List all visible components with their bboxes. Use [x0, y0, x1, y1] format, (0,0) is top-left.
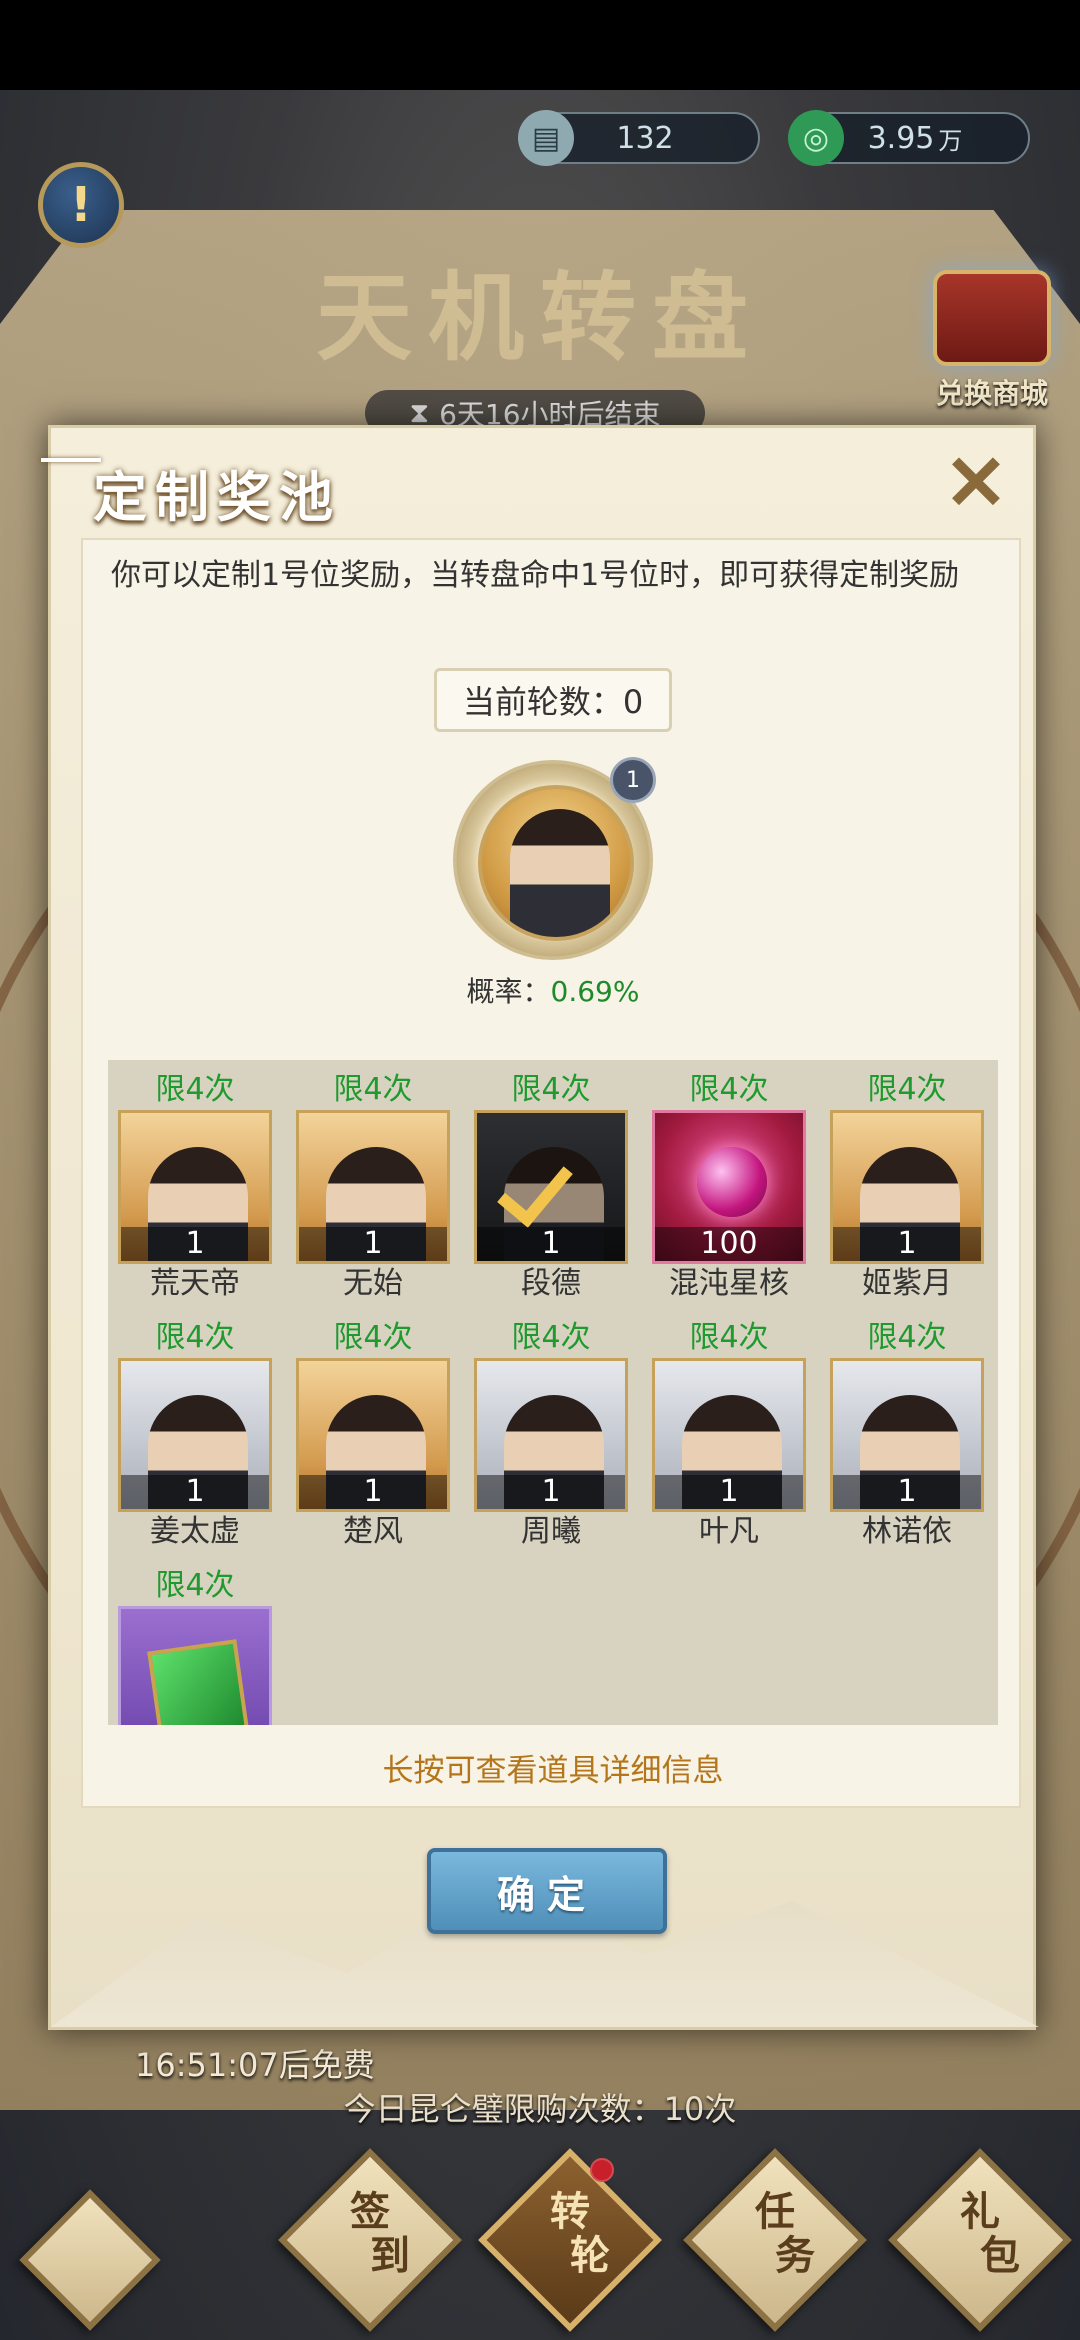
reward-quantity: 1	[299, 1475, 447, 1509]
exchange-shop-label: 兑换商城	[935, 377, 1048, 410]
nav-task-label: 任务	[755, 2188, 815, 2279]
reward-thumbnail: 1	[652, 1358, 806, 1512]
reward-quantity: 1	[477, 1475, 625, 1509]
slot-1-frame[interactable]: 1	[453, 757, 656, 960]
resource-scroll[interactable]: ▤ 132	[518, 110, 760, 166]
reward-thumbnail: 1	[474, 1110, 628, 1264]
reward-limit: 限4次	[689, 1072, 769, 1107]
close-icon: ✕	[944, 438, 1008, 527]
resource-jade[interactable]: ◎ 3.95 万	[788, 110, 1030, 166]
reward-limit: 限4次	[867, 1320, 947, 1355]
exchange-shop-button[interactable]: 兑换商城	[922, 270, 1062, 412]
reward-name: 叶凡	[699, 1514, 759, 1549]
nav-wheel-label: 转轮	[550, 2188, 610, 2279]
reward-quantity: 1	[299, 1227, 447, 1261]
reward-quantity: 1	[121, 1475, 269, 1509]
close-button[interactable]: ✕	[941, 445, 1011, 521]
probability-label: 概率：	[466, 975, 551, 1008]
reward-thumbnail: 1	[118, 1110, 272, 1264]
reward-limit: 限4次	[511, 1072, 591, 1107]
title-decoration	[41, 458, 101, 462]
reward-item[interactable]: 限4次	[118, 1566, 272, 1725]
resource-scroll-value: 132	[616, 120, 674, 156]
reward-name: 周曦	[521, 1514, 581, 1549]
reward-quantity: 1	[655, 1475, 803, 1509]
custom-prize-pool-dialog: 定制奖池 ✕ 你可以定制1号位奖励，当转盘命中1号位时，即可获得定制奖励 当前轮…	[41, 425, 1039, 2030]
reward-thumbnail: 100	[652, 1110, 806, 1264]
dialog-title: 定制奖池	[93, 465, 341, 529]
slot-number-badge: 1	[610, 757, 656, 803]
reward-thumbnail	[118, 1606, 272, 1725]
reward-item[interactable]: 限4次 1 周曦	[474, 1318, 628, 1552]
chaos-star-core-icon	[697, 1147, 767, 1217]
notification-dot	[590, 2158, 614, 2182]
reward-name: 楚风	[343, 1514, 403, 1549]
treasure-chest-icon	[933, 270, 1051, 366]
reward-quantity: 1	[477, 1227, 625, 1261]
reward-name: 段德	[521, 1266, 581, 1301]
reward-name: 无始	[343, 1266, 403, 1301]
reward-name: 姬紫月	[862, 1266, 952, 1301]
purchase-limit-text: 今日昆仑璧限购次数：10次	[343, 2090, 737, 2128]
reward-thumbnail: 1	[296, 1358, 450, 1512]
reward-limit: 限4次	[155, 1568, 235, 1603]
reward-limit: 限4次	[155, 1320, 235, 1355]
info-button[interactable]: !	[38, 162, 124, 248]
reward-quantity: 1	[121, 1227, 269, 1261]
character-portrait	[510, 809, 610, 937]
reward-item[interactable]: 限4次 1 叶凡	[652, 1318, 806, 1552]
reward-name: 荒天帝	[150, 1266, 240, 1301]
reward-name: 姜太虚	[150, 1514, 240, 1549]
reward-thumbnail: 1	[474, 1358, 628, 1512]
reward-thumbnail: 1	[118, 1358, 272, 1512]
reward-limit: 限4次	[689, 1320, 769, 1355]
reward-item[interactable]: 限4次 100 混沌星核	[652, 1070, 806, 1304]
reward-thumbnail: 1	[830, 1110, 984, 1264]
gift-box-icon	[147, 1639, 249, 1725]
reward-name: 林诺依	[862, 1514, 952, 1549]
reward-quantity: 1	[833, 1475, 981, 1509]
reward-grid[interactable]: 限4次 1 荒天帝 限4次 1 无始 限4次 1 段德 限4次 100 混沌星核 限4次 1 姬紫月 限4次 1…	[108, 1060, 998, 1725]
free-spin-timer: 16:51:07后免费	[135, 2046, 375, 2084]
nav-gift-label: 礼包	[960, 2188, 1020, 2279]
reward-item[interactable]: 限4次 1 林诺依	[830, 1318, 984, 1552]
reward-name: 混沌星核	[669, 1266, 789, 1301]
reward-quantity: 100	[655, 1227, 803, 1261]
reward-limit: 限4次	[333, 1320, 413, 1355]
nav-signin-label: 签到	[350, 2188, 410, 2279]
reward-thumbnail: 1	[296, 1110, 450, 1264]
scroll-icon: ▤	[518, 110, 574, 166]
probability-value: 0.69%	[550, 975, 640, 1008]
nav-home-button[interactable]	[19, 2189, 161, 2331]
reward-item[interactable]: 限4次 1 无始	[296, 1070, 450, 1304]
resource-jade-value: 3.95	[867, 120, 935, 156]
reward-item[interactable]: 限4次 1 荒天帝	[118, 1070, 272, 1304]
reward-limit: 限4次	[155, 1072, 235, 1107]
reward-limit: 限4次	[511, 1320, 591, 1355]
slot-1-portrait	[478, 785, 634, 941]
exclamation-icon: !	[70, 177, 92, 233]
round-counter: 当前轮数：0	[83, 668, 1023, 732]
long-press-hint: 长按可查看道具详细信息	[382, 1753, 724, 1789]
jade-coin-icon: ◎	[788, 110, 844, 166]
reward-item[interactable]: 限4次 1 姜太虚	[118, 1318, 272, 1552]
probability: 概率：0.69%	[83, 970, 1023, 1010]
reward-quantity: 1	[833, 1227, 981, 1261]
description-text: 你可以定制1号位奖励，当转盘命中1号位时，即可获得定制奖励	[111, 558, 960, 593]
dialog-content: 你可以定制1号位奖励，当转盘命中1号位时，即可获得定制奖励 当前轮数：0 1 概…	[81, 538, 1021, 1808]
reward-item[interactable]: 限4次 1 姬紫月	[830, 1070, 984, 1304]
wheel-title: 天机转盘	[316, 261, 764, 374]
reward-limit: 限4次	[867, 1072, 947, 1107]
reward-item[interactable]: 限4次 1 段德	[474, 1070, 628, 1304]
reward-thumbnail: 1	[830, 1358, 984, 1512]
reward-item[interactable]: 限4次 1 楚风	[296, 1318, 450, 1552]
confirm-button[interactable]: 确定	[427, 1848, 667, 1934]
resource-jade-unit: 万	[938, 126, 963, 155]
reward-limit: 限4次	[333, 1072, 413, 1107]
